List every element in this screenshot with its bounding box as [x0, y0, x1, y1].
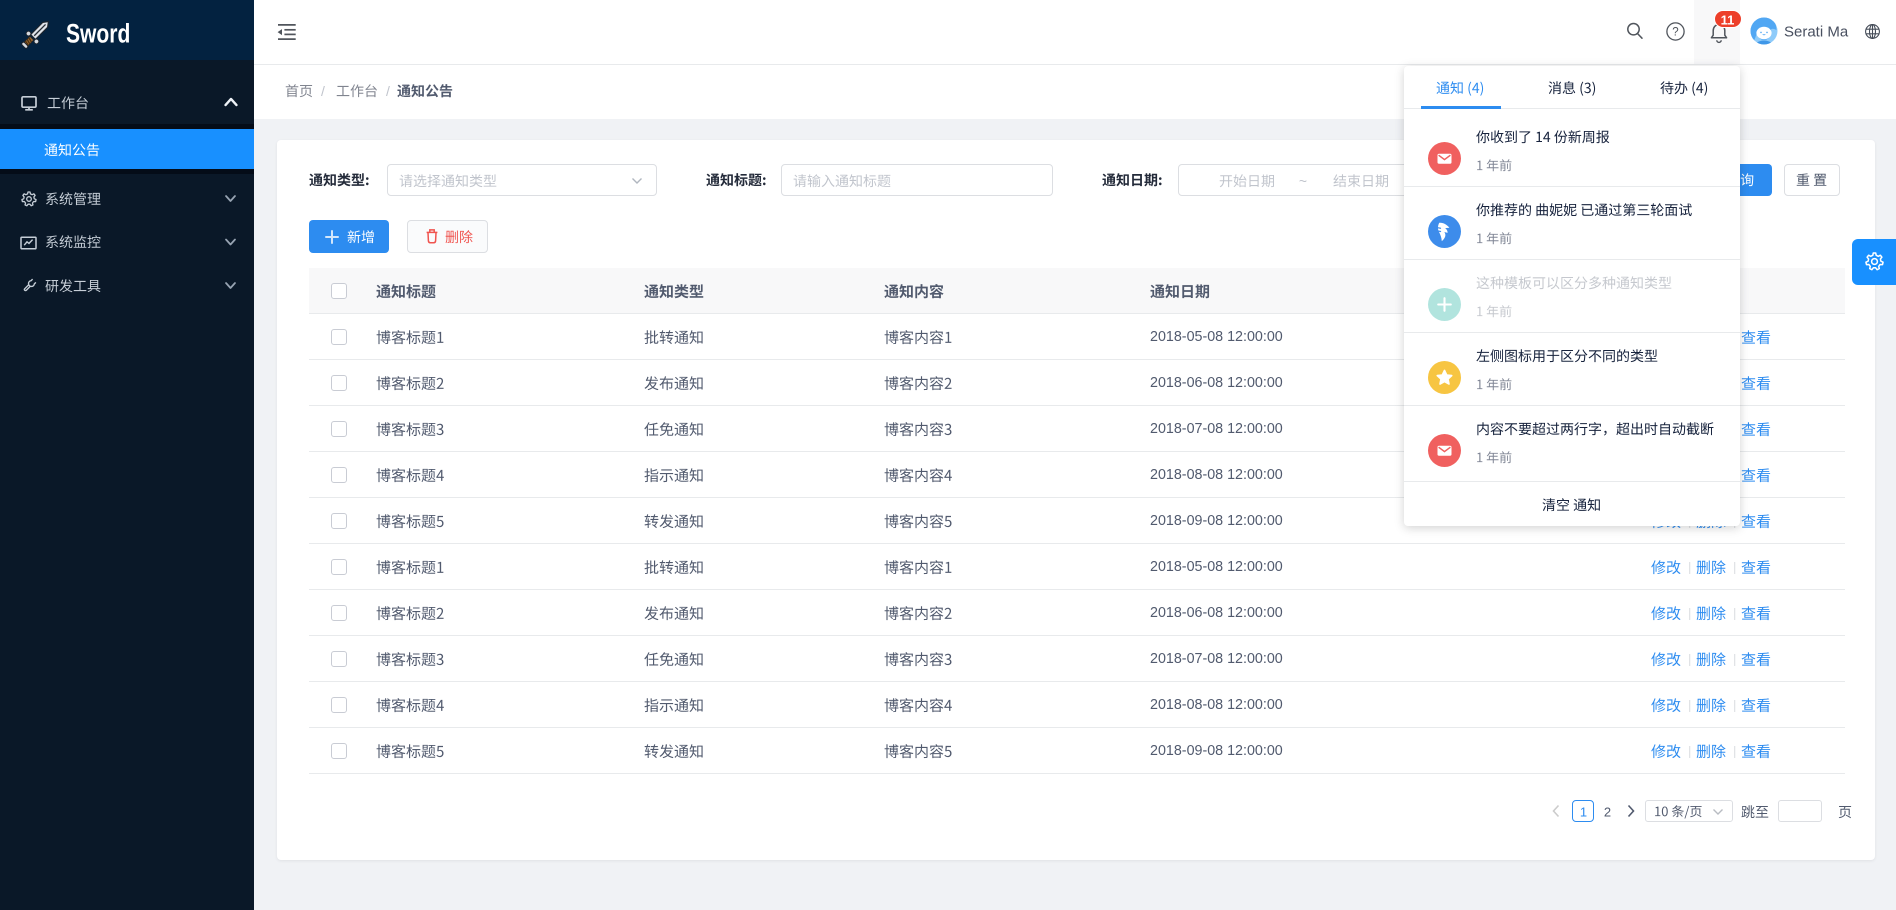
svg-text:?: ?: [1672, 27, 1678, 39]
